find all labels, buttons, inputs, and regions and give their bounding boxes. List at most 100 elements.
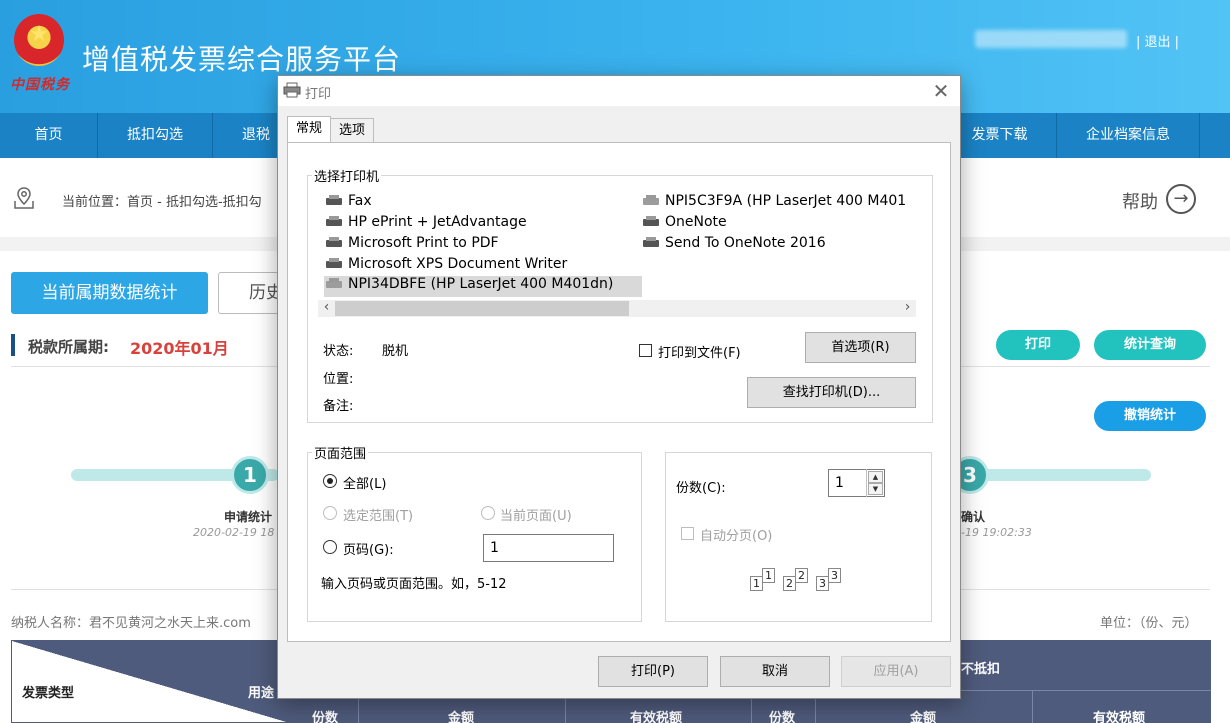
spin-down-icon[interactable]: ▼: [868, 483, 883, 495]
range-selection-radio[interactable]: [323, 506, 337, 520]
th-amount: 金额: [448, 711, 475, 723]
logout-link[interactable]: | 退出 |: [1136, 31, 1179, 50]
help-link[interactable]: 帮助: [1122, 188, 1158, 214]
user-name-blurred: [975, 30, 1127, 48]
th-amount: 金额: [910, 711, 937, 723]
printer-item-fax[interactable]: Fax: [326, 193, 372, 209]
printer-icon: [283, 82, 301, 98]
print-dialog: 打印 ✕ 选项 常规 选择打印机 Fax HP ePrint + JetAdva…: [277, 75, 961, 699]
range-selection-label: 选定范围(T): [343, 509, 414, 524]
printer-name: OneNote: [665, 214, 727, 230]
printer-icon: [326, 258, 342, 269]
printer-name: Fax: [348, 193, 372, 209]
th-tax: 有效税额: [630, 711, 683, 723]
printer-item[interactable]: OneNote: [643, 214, 727, 230]
th-tax: 有效税额: [1093, 711, 1146, 723]
printer-name: Send To OneNote 2016: [665, 235, 826, 251]
printer-name: NPI5C3F9A (HP LaserJet 400 M401: [665, 193, 907, 209]
copies-spinner: ▲ ▼: [866, 469, 884, 497]
nav-item-home[interactable]: 首页: [0, 113, 98, 158]
printer-icon: [326, 216, 342, 227]
scroll-left-icon[interactable]: ‹: [318, 299, 335, 315]
printer-item[interactable]: Send To OneNote 2016: [643, 235, 826, 251]
period-label: 税款所属期:: [28, 338, 109, 356]
printer-item[interactable]: Microsoft Print to PDF: [326, 235, 499, 251]
step-3-time: -19 19:02:33: [961, 526, 1032, 539]
period-value: 2020年01月: [130, 339, 229, 358]
collate-page-icon: 1: [750, 576, 763, 591]
step-1-time: 2020-02-19 18: [193, 526, 275, 539]
range-current-label: 当前页面(U): [500, 509, 572, 524]
step-1-circle: 1: [231, 456, 269, 494]
printer-item[interactable]: NPI5C3F9A (HP LaserJet 400 M401: [643, 193, 906, 209]
taxpayer-name: 纳税人名称：君不见黄河之水天上来.com: [11, 616, 251, 631]
emblem-text: 中国税务: [10, 77, 70, 93]
nav-item-company-profile[interactable]: 企业档案信息: [1057, 113, 1200, 158]
collate-page-icon: 2: [795, 568, 808, 583]
printer-item[interactable]: HP ePrint + JetAdvantage: [326, 214, 527, 230]
location-icon: [14, 187, 34, 209]
collate-label: 自动分页(O): [700, 529, 773, 544]
fax-icon: [326, 195, 342, 206]
tab-general[interactable]: 常规: [287, 116, 332, 143]
range-pages-label: 页码(G):: [343, 543, 394, 558]
select-printer-title: 选择打印机: [312, 166, 382, 185]
dialog-cancel-button[interactable]: 取消: [720, 656, 830, 687]
period-accent-bar: [11, 334, 15, 356]
breadcrumb: 当前位置：首页 - 抵扣勾选-抵扣勾: [62, 195, 262, 210]
close-icon[interactable]: ✕: [930, 79, 952, 103]
scroll-right-icon[interactable]: ›: [899, 299, 916, 315]
dialog-titlebar[interactable]: 打印 ✕: [278, 76, 960, 106]
step-3-label: 确认: [961, 510, 986, 524]
step-1-label: 申请统计: [224, 510, 273, 524]
print-to-file-checkbox[interactable]: [639, 344, 652, 357]
range-current-radio[interactable]: [481, 506, 495, 520]
comment-label: 备注:: [323, 399, 354, 414]
stats-query-button[interactable]: 统计查询: [1094, 330, 1206, 360]
dialog-print-button[interactable]: 打印(P): [598, 656, 708, 687]
printer-name: Microsoft Print to PDF: [348, 235, 499, 251]
collate-checkbox[interactable]: [681, 527, 694, 540]
arrow-right-circle-icon[interactable]: →: [1166, 184, 1196, 214]
tax-emblem-icon: ★: [14, 14, 64, 66]
print-button[interactable]: 打印: [996, 330, 1080, 360]
range-pages-radio[interactable]: [323, 540, 337, 554]
printer-name: HP ePrint + JetAdvantage: [348, 214, 527, 230]
dialog-title: 打印: [305, 87, 332, 102]
printer-icon: [643, 237, 659, 248]
site-title: 增值税发票综合服务平台: [82, 43, 402, 76]
page-range-title: 页面范围: [312, 443, 369, 462]
location-label: 位置:: [323, 372, 354, 387]
collate-page-icon: 1: [762, 568, 775, 583]
th-not-deductible: 不抵扣: [961, 662, 1001, 677]
nav-item-refund[interactable]: 退税勾: [213, 113, 283, 188]
collate-page-icon: 3: [816, 576, 829, 591]
pages-input[interactable]: 1: [483, 534, 614, 562]
printer-item-selected[interactable]: NPI34DBFE (HP LaserJet 400 M401dn): [324, 276, 642, 297]
printer-item[interactable]: Microsoft XPS Document Writer: [326, 256, 567, 272]
range-all-radio[interactable]: [323, 474, 337, 488]
spin-up-icon[interactable]: ▲: [868, 471, 883, 483]
cancel-stats-button[interactable]: 撤销统计: [1094, 401, 1206, 431]
preferences-button[interactable]: 首选项(R): [805, 332, 916, 363]
collate-page-icon: 2: [783, 576, 796, 591]
status-value: 脱机: [382, 344, 409, 359]
th-divider: [1032, 690, 1033, 723]
range-all-label: 全部(L): [343, 477, 387, 492]
dialog-apply-button[interactable]: 应用(A): [841, 656, 951, 687]
scroll-thumb[interactable]: [335, 301, 629, 316]
copies-label: 份数(C):: [676, 481, 726, 496]
printer-list-scrollbar[interactable]: ‹ ›: [318, 299, 916, 317]
printer-icon: [326, 237, 342, 248]
find-printer-button[interactable]: 查找打印机(D)...: [747, 377, 916, 408]
printer-name: NPI34DBFE (HP LaserJet 400 M401dn): [348, 276, 614, 292]
pages-hint: 输入页码或页面范围。如，5-12: [321, 577, 507, 592]
th-usage: 用途: [248, 686, 275, 701]
general-panel: 选择打印机 Fax HP ePrint + JetAdvantage Micro…: [287, 142, 951, 642]
th-count: 份数: [769, 711, 796, 723]
network-printer-icon: [643, 195, 659, 206]
tab-current-period[interactable]: 当前属期数据统计: [11, 272, 208, 314]
nav-item-deduction[interactable]: 抵扣勾选: [98, 113, 213, 158]
tab-options[interactable]: 选项: [330, 118, 375, 143]
th-invoice-type: 发票类型: [22, 686, 75, 701]
